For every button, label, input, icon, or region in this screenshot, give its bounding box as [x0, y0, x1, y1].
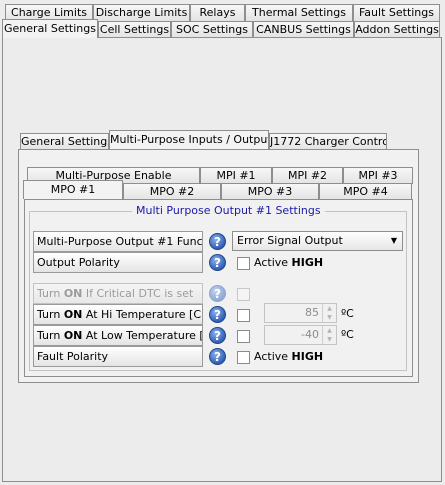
tab-mpo-3[interactable]: MPO #3 [221, 183, 319, 200]
tab-discharge-limits[interactable]: Discharge Limits [93, 4, 190, 21]
hi-temperature-checkbox[interactable] [237, 309, 250, 322]
low-temperature-unit: ºC [341, 328, 354, 341]
chevron-down-icon: ▼ [390, 236, 397, 245]
hi-temperature-unit: ºC [341, 307, 354, 320]
function-select[interactable]: Error Signal Output ▼ [232, 231, 403, 251]
hi-temperature-help-icon[interactable]: ? [209, 306, 226, 323]
output-polarity-checkbox[interactable] [237, 257, 250, 270]
low-temperature-spinner[interactable]: -40 ▲ ▼ [264, 325, 337, 345]
tab-cell-settings[interactable]: Cell Settings [98, 21, 171, 38]
function-label: Multi-Purpose Output #1 Function [33, 231, 203, 252]
output-polarity-label: Output Polarity [33, 252, 203, 273]
tab-sub-general-settings[interactable]: General Settings [20, 133, 109, 150]
tab-canbus-settings[interactable]: CANBUS Settings [253, 21, 354, 38]
tab-mpo-1[interactable]: MPO #1 [23, 180, 123, 199]
tab-mpo-4[interactable]: MPO #4 [319, 183, 412, 200]
low-temperature-help-icon[interactable]: ? [209, 327, 226, 344]
fault-polarity-checkbox-label: Active HIGH [254, 350, 324, 363]
spin-down-icon[interactable]: ▼ [323, 335, 336, 344]
fault-polarity-help-icon[interactable]: ? [209, 348, 226, 365]
critical-dtc-help-icon[interactable]: ? [209, 285, 226, 302]
low-temperature-value: -40 [301, 328, 319, 341]
spin-up-icon[interactable]: ▲ [323, 326, 336, 335]
low-temperature-checkbox[interactable] [237, 330, 250, 343]
critical-dtc-label: Turn ON If Critical DTC is set [33, 283, 203, 304]
function-select-value: Error Signal Output [237, 234, 343, 247]
tab-fault-settings[interactable]: Fault Settings [353, 4, 440, 21]
tab-j1772-charger-control[interactable]: J1772 Charger Control [269, 133, 387, 150]
low-temperature-label: Turn ON At Low Temperature [C] [33, 325, 203, 346]
tab-mpi-1[interactable]: MPI #1 [200, 167, 272, 184]
tab-soc-settings[interactable]: SOC Settings [171, 21, 253, 38]
fault-polarity-checkbox[interactable] [237, 351, 250, 364]
tab-mpo-2[interactable]: MPO #2 [123, 183, 221, 200]
tab-multi-purpose-io[interactable]: Multi-Purpose Inputs / Outputs [109, 130, 269, 149]
tab-thermal-settings[interactable]: Thermal Settings [245, 4, 353, 21]
tab-addon-settings[interactable]: Addon Settings [354, 21, 440, 38]
hi-temperature-value: 85 [305, 306, 319, 319]
critical-dtc-checkbox[interactable] [237, 288, 250, 301]
fault-polarity-label: Fault Polarity [33, 346, 203, 367]
tab-mpi-2[interactable]: MPI #2 [272, 167, 343, 184]
hi-temperature-spinner[interactable]: 85 ▲ ▼ [264, 303, 337, 323]
tab-relays[interactable]: Relays [190, 4, 245, 21]
hi-temperature-label: Turn ON At Hi Temperature [C] [33, 304, 203, 325]
group-title: Multi Purpose Output #1 Settings [132, 204, 325, 218]
output-polarity-checkbox-label: Active HIGH [254, 256, 324, 269]
spin-down-icon[interactable]: ▼ [323, 313, 336, 322]
tab-mpi-3[interactable]: MPI #3 [343, 167, 413, 184]
tab-general-settings[interactable]: General Settings [2, 19, 98, 38]
output-polarity-help-icon[interactable]: ? [209, 254, 226, 271]
function-help-icon[interactable]: ? [209, 233, 226, 250]
spin-up-icon[interactable]: ▲ [323, 304, 336, 313]
